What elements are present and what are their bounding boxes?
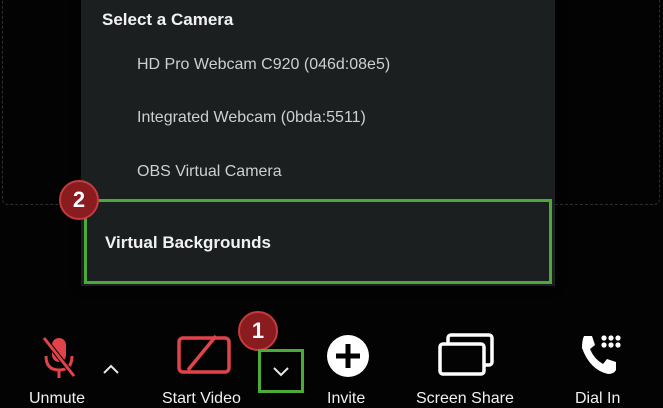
video-off-icon xyxy=(177,334,231,374)
screen-share-icon xyxy=(438,333,494,376)
phone-dialpad-icon xyxy=(582,335,621,374)
camera-menu-title: Select a Camera xyxy=(102,10,234,29)
virtual-backgrounds-label: Virtual Backgrounds xyxy=(105,233,271,252)
camera-option-obs[interactable]: OBS Virtual Camera xyxy=(137,163,282,181)
camera-menu: Select a Camera HD Pro Webcam C920 (046d… xyxy=(81,0,555,286)
invite-label: Invite xyxy=(327,390,366,407)
video-options-chevron-button[interactable] xyxy=(258,349,304,393)
camera-option-integrated[interactable]: Integrated Webcam (0bda:5511) xyxy=(137,109,366,127)
step-2-badge: 2 xyxy=(59,180,99,220)
camera-option-hd-pro[interactable]: HD Pro Webcam C920 (046d:08e5) xyxy=(137,56,390,74)
screen-share-label: Screen Share xyxy=(416,390,514,407)
muted-microphone-icon xyxy=(42,336,76,378)
dial-in-label: Dial In xyxy=(575,390,621,407)
plus-circle-icon xyxy=(327,335,369,377)
chevron-down-icon xyxy=(273,367,289,377)
unmute-label: Unmute xyxy=(29,390,86,407)
start-video-label: Start Video xyxy=(162,390,241,407)
chevron-up-icon[interactable] xyxy=(100,360,122,378)
step-1-badge: 1 xyxy=(238,311,278,351)
meeting-window: Select a Camera HD Pro Webcam C920 (046d… xyxy=(0,0,663,408)
virtual-backgrounds-item[interactable]: Virtual Backgrounds xyxy=(84,199,552,284)
